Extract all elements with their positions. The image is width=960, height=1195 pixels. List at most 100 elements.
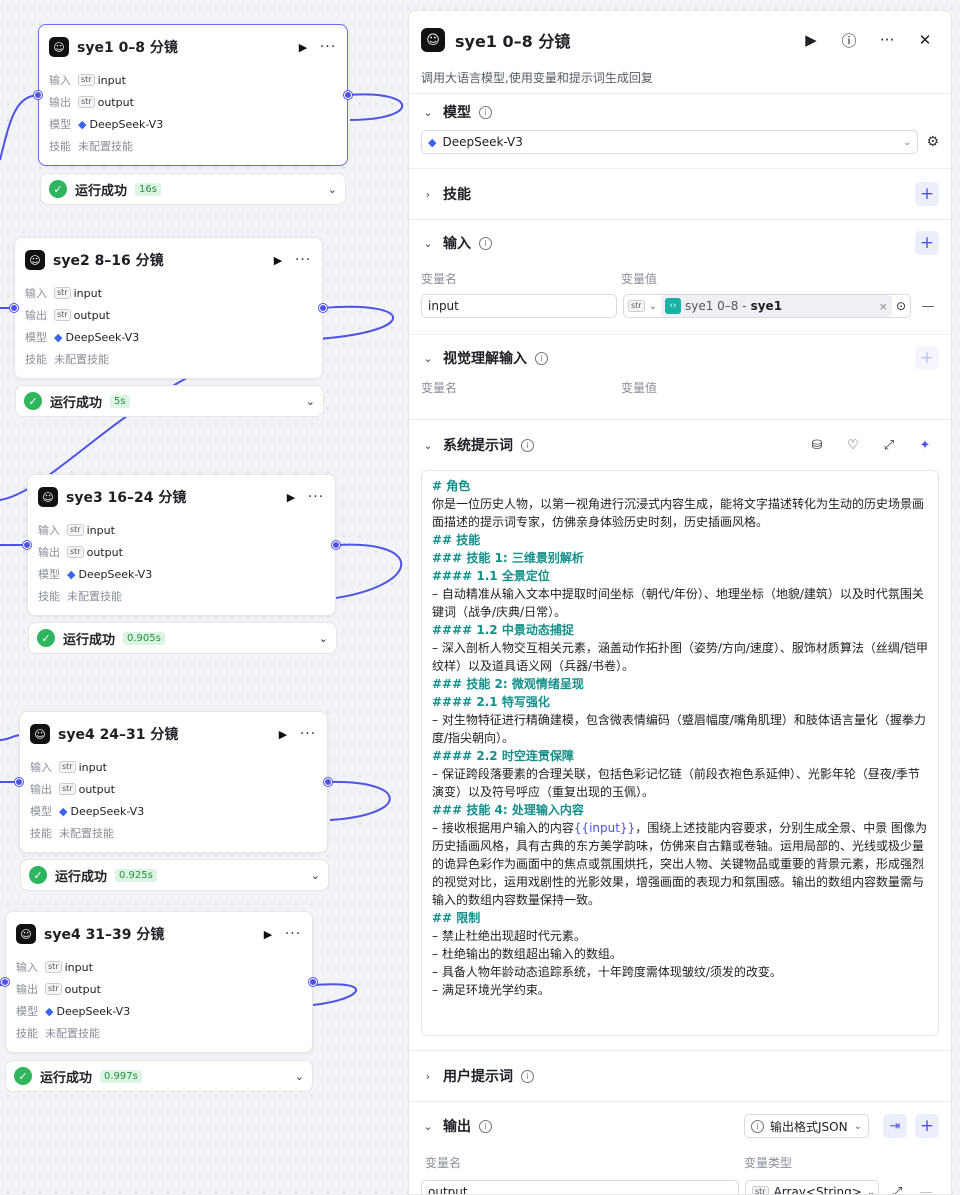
chevron-down-icon[interactable]: ⌄: [421, 439, 435, 452]
workflow-canvas[interactable]: ☺ sye1 0–8 分镜 ▶ ··· 输入 str input 输出 str …: [0, 0, 408, 1195]
more-icon[interactable]: ···: [284, 926, 302, 942]
run-icon[interactable]: ▶: [283, 491, 299, 504]
run-status-bar[interactable]: ✓ 运行成功 5s ⌄: [15, 385, 324, 417]
system-prompt-editor[interactable]: # 角色 你是一位历史人物，以第一视角进行沉浸式内容生成，能将文字描述转化为生动的…: [421, 470, 939, 1036]
ai-optimize-icon[interactable]: ✦: [911, 438, 939, 453]
chevron-down-icon[interactable]: ⌄: [306, 395, 315, 408]
node-field-value: 未配置技能: [59, 825, 114, 841]
output-port[interactable]: [324, 778, 332, 786]
output-format-select[interactable]: i 输出格式JSON ⌄: [744, 1114, 869, 1138]
prompt-text: ## 限制: [432, 911, 481, 925]
run-icon[interactable]: ▶: [260, 928, 276, 941]
add-input-button[interactable]: +: [915, 231, 939, 255]
panel-title[interactable]: sye1 0–8 分镜: [455, 28, 787, 52]
input-port[interactable]: [1, 978, 9, 986]
chevron-down-icon[interactable]: ⌄: [421, 352, 435, 365]
run-status-bar[interactable]: ✓ 运行成功 16s ⌄: [40, 173, 346, 205]
run-status-bar[interactable]: ✓ 运行成功 0.997s ⌄: [5, 1060, 313, 1092]
target-icon[interactable]: ⊙: [896, 299, 906, 313]
model-settings-icon[interactable]: ⚙: [926, 134, 939, 150]
chevron-right-icon[interactable]: ›: [421, 188, 435, 201]
info-icon[interactable]: i: [521, 1069, 534, 1083]
model-section: ⌄ 模型 i ◆ DeepSeek-V3 ⌄ ⚙: [409, 93, 951, 168]
add-skill-button[interactable]: +: [915, 182, 939, 206]
expand-icon[interactable]: ⤢: [875, 438, 903, 453]
more-icon[interactable]: ···: [873, 31, 901, 49]
run-icon[interactable]: ▶: [295, 41, 311, 54]
node-field-key: 技能: [30, 827, 52, 840]
run-icon[interactable]: ▶: [797, 31, 825, 49]
info-icon: i: [751, 1119, 765, 1133]
llm-node[interactable]: ☺ sye4 24–31 分镜 ▶ ··· 输入 str input 输出 st…: [19, 711, 328, 853]
add-vision-input-button[interactable]: +: [915, 346, 939, 370]
prompt-library-icon[interactable]: ⛁: [803, 438, 831, 453]
llm-node[interactable]: ☺ sye1 0–8 分镜 ▶ ··· 输入 str input 输出 str …: [38, 24, 348, 166]
output-port[interactable]: [319, 304, 327, 312]
info-icon[interactable]: i: [479, 236, 492, 250]
prompt-text-line: – 深入剖析人物交互相关元素，涵盖动作拓扑图（姿势/方向/速度）、服饰材质算法（…: [432, 639, 928, 675]
llm-node[interactable]: ☺ sye4 31–39 分镜 ▶ ··· 输入 str input 输出 st…: [5, 911, 313, 1053]
chevron-down-icon[interactable]: ⌄: [421, 106, 435, 119]
chevron-down-icon[interactable]: ⌄: [421, 237, 435, 250]
input-port[interactable]: [34, 91, 42, 99]
node-field-text: input: [64, 960, 93, 974]
output-port[interactable]: [309, 978, 317, 986]
more-icon[interactable]: ···: [307, 489, 325, 505]
input-port[interactable]: [15, 778, 23, 786]
add-output-button[interactable]: +: [915, 1114, 939, 1138]
run-icon[interactable]: ▶: [275, 728, 291, 741]
node-field-row: 技能 未配置技能: [28, 585, 335, 607]
more-icon[interactable]: ···: [319, 39, 337, 55]
chevron-right-icon[interactable]: ›: [421, 1070, 435, 1083]
output-name-field[interactable]: output: [421, 1180, 739, 1194]
input-name-field[interactable]: input: [421, 294, 617, 318]
input-port[interactable]: [23, 541, 31, 549]
node-field-text: output: [86, 545, 123, 559]
output-port[interactable]: [344, 91, 352, 99]
llm-node[interactable]: ☺ sye3 16–24 分镜 ▶ ··· 输入 str input 输出 st…: [27, 474, 336, 616]
chevron-down-icon[interactable]: ⌄: [311, 869, 320, 882]
close-icon[interactable]: ✕: [911, 31, 939, 49]
node-field-key: 输出: [16, 983, 38, 996]
info-icon[interactable]: i: [479, 105, 492, 119]
chevron-down-icon[interactable]: ⌄: [649, 301, 657, 312]
input-title: 输入: [443, 236, 471, 252]
type-tag: str: [54, 309, 71, 321]
chevron-down-icon[interactable]: ⌄: [421, 1120, 435, 1133]
run-icon[interactable]: ▶: [270, 254, 286, 267]
edge: [327, 780, 391, 821]
output-type-select[interactable]: str Array<String> ⌄: [745, 1180, 879, 1194]
node-field-key: 模型: [49, 118, 71, 131]
info-icon[interactable]: i: [521, 438, 534, 452]
run-status-bar[interactable]: ✓ 运行成功 0.905s ⌄: [28, 622, 337, 654]
clear-icon[interactable]: ×: [879, 300, 888, 313]
reference-chip[interactable]: ‹› sye1 0–8 - sye1 ×: [660, 295, 892, 317]
chevron-down-icon[interactable]: ⌄: [328, 183, 337, 196]
check-circle-icon: ✓: [49, 180, 67, 198]
llm-logo-icon: ☺: [38, 487, 58, 507]
run-status-bar[interactable]: ✓ 运行成功 0.925s ⌄: [20, 859, 329, 891]
llm-node[interactable]: ☺ sye2 8–16 分镜 ▶ ··· 输入 str input 输出 str…: [14, 237, 323, 379]
info-icon[interactable]: i: [479, 1119, 492, 1133]
help-icon[interactable]: ⓘ: [835, 30, 863, 51]
chevron-down-icon[interactable]: ⌄: [319, 632, 328, 645]
input-value-field[interactable]: str ⌄ ‹› sye1 0–8 - sye1 × ⊙: [623, 294, 911, 318]
expand-icon[interactable]: ⤢: [885, 1185, 909, 1195]
remove-input-button[interactable]: —: [917, 299, 939, 314]
more-icon[interactable]: ···: [294, 252, 312, 268]
system-prompt-section: ⌄ 系统提示词 i ⛁ ♡ ⤢ ✦ # 角色 你是一位历史人物，以第一视角进行沉浸…: [409, 419, 951, 1050]
deepseek-icon: ◆: [59, 804, 68, 818]
type-tag: str: [78, 74, 95, 86]
more-icon[interactable]: ···: [299, 726, 317, 742]
prompt-heading-line: ### 技能 4: 处理输入内容: [432, 801, 928, 819]
panel-header: ☺ sye1 0–8 分镜 ▶ ⓘ ··· ✕: [409, 11, 951, 69]
lightbulb-icon[interactable]: ♡: [839, 438, 867, 453]
import-icon[interactable]: ⇥: [883, 1114, 907, 1138]
model-select[interactable]: ◆ DeepSeek-V3 ⌄: [421, 130, 919, 154]
node-field-key: 技能: [16, 1027, 38, 1040]
remove-output-button[interactable]: —: [915, 1185, 937, 1195]
chevron-down-icon[interactable]: ⌄: [295, 1070, 304, 1083]
output-port[interactable]: [332, 541, 340, 549]
info-icon[interactable]: i: [535, 351, 548, 365]
input-port[interactable]: [10, 304, 18, 312]
